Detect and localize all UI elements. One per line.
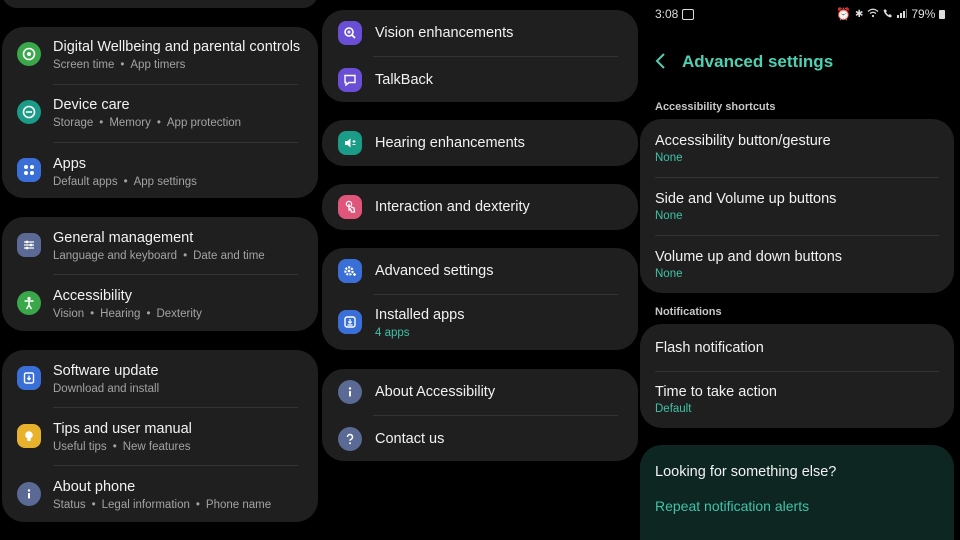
divider (655, 235, 939, 236)
item-title: General management (53, 230, 194, 246)
item-subtitle: Language and keyboard • Date and time (53, 250, 265, 262)
item-title: Contact us (375, 431, 445, 447)
looking-for-something-else-card: Looking for something else? Repeat notif… (640, 445, 954, 540)
divider (655, 371, 939, 372)
item-title: Software update (53, 363, 159, 379)
item-title: Apps (53, 156, 87, 172)
item-value: None (655, 210, 683, 222)
item-title: Accessibility button/gesture (655, 133, 831, 149)
item-title: Digital Wellbeing and parental controls (53, 39, 301, 55)
back-button[interactable] (652, 50, 670, 72)
magnifier-icon (338, 21, 362, 45)
wifi-icon (867, 7, 879, 21)
item-title: Device care (53, 97, 130, 113)
battery-level: 79% (911, 7, 936, 21)
item-title: Accessibility (53, 288, 132, 304)
gear-icon (338, 259, 362, 283)
item-subtitle: Default apps • App settings (53, 176, 197, 188)
item-subtitle: Vision • Hearing • Dexterity (53, 308, 202, 320)
sliders-icon (17, 233, 41, 257)
section-header-notifications: Notifications (655, 306, 722, 318)
info-icon (17, 482, 41, 506)
item-value: Default (655, 403, 692, 415)
item-value: None (655, 268, 683, 280)
item-subtitle: Status • Legal information • Phone name (53, 499, 272, 511)
divider (655, 177, 939, 178)
download-app-icon (338, 310, 362, 334)
status-bar-left: 3:08 (655, 7, 695, 21)
signal-icon (897, 7, 908, 21)
question-icon (338, 427, 362, 451)
item-subtitle: 4 apps (375, 327, 410, 339)
accessibility-card-vision (322, 10, 638, 102)
lightbulb-icon (17, 424, 41, 448)
item-subtitle: Storage • Memory • App protection (53, 117, 242, 129)
divider (53, 465, 298, 466)
software-update-icon (17, 366, 41, 390)
gallery-notification-icon (682, 8, 695, 20)
item-value: None (655, 152, 683, 164)
item-subtitle: Useful tips • New features (53, 441, 191, 453)
divider (53, 274, 298, 275)
item-title: Tips and user manual (53, 421, 192, 437)
item-title: Side and Volume up buttons (655, 191, 837, 207)
speech-bubble-icon (338, 68, 362, 92)
item-title: TalkBack (375, 72, 434, 88)
hand-touch-icon (338, 195, 362, 219)
item-title: Advanced settings (375, 263, 494, 279)
divider (373, 415, 618, 416)
item-subtitle: Screen time • App timers (53, 59, 186, 71)
divider (373, 56, 618, 57)
item-title: Vision enhancements (375, 25, 514, 41)
item-title: Interaction and dexterity (375, 199, 530, 215)
item-subtitle: Download and install (53, 383, 160, 395)
bluetooth-icon: ✱ (854, 8, 864, 20)
divider (53, 84, 298, 85)
item-title: Installed apps (375, 307, 465, 323)
divider (373, 294, 618, 295)
accessibility-card-about (322, 369, 638, 461)
section-header-shortcuts: Accessibility shortcuts (655, 101, 776, 113)
apps-icon (17, 158, 41, 182)
item-title: Volume up and down buttons (655, 249, 843, 265)
alarm-icon: ⏰ (836, 7, 851, 21)
item-title: About Accessibility (375, 384, 496, 400)
battery-icon (939, 9, 946, 19)
info-icon (338, 380, 362, 404)
repeat-notification-alerts-link[interactable]: Repeat notification alerts (655, 498, 809, 514)
accessibility-icon (17, 291, 41, 315)
divider (53, 407, 298, 408)
divider (53, 142, 298, 143)
wellbeing-icon (17, 42, 41, 66)
status-time: 3:08 (655, 7, 679, 21)
speaker-icon (338, 131, 362, 155)
page-title: Advanced settings (682, 52, 834, 71)
previous-card (2, 0, 318, 8)
item-title: About phone (53, 479, 136, 495)
settings-list-column: Digital Wellbeing and parental controls … (0, 0, 320, 540)
item-title: Hearing enhancements (375, 135, 525, 151)
status-bar-right: ⏰ ✱ 79% (836, 7, 946, 21)
item-title: Time to take action (655, 384, 777, 400)
item-title: Flash notification (655, 340, 764, 356)
device-care-icon (17, 100, 41, 124)
call-icon (883, 7, 893, 21)
looking-title: Looking for something else? (655, 464, 837, 480)
